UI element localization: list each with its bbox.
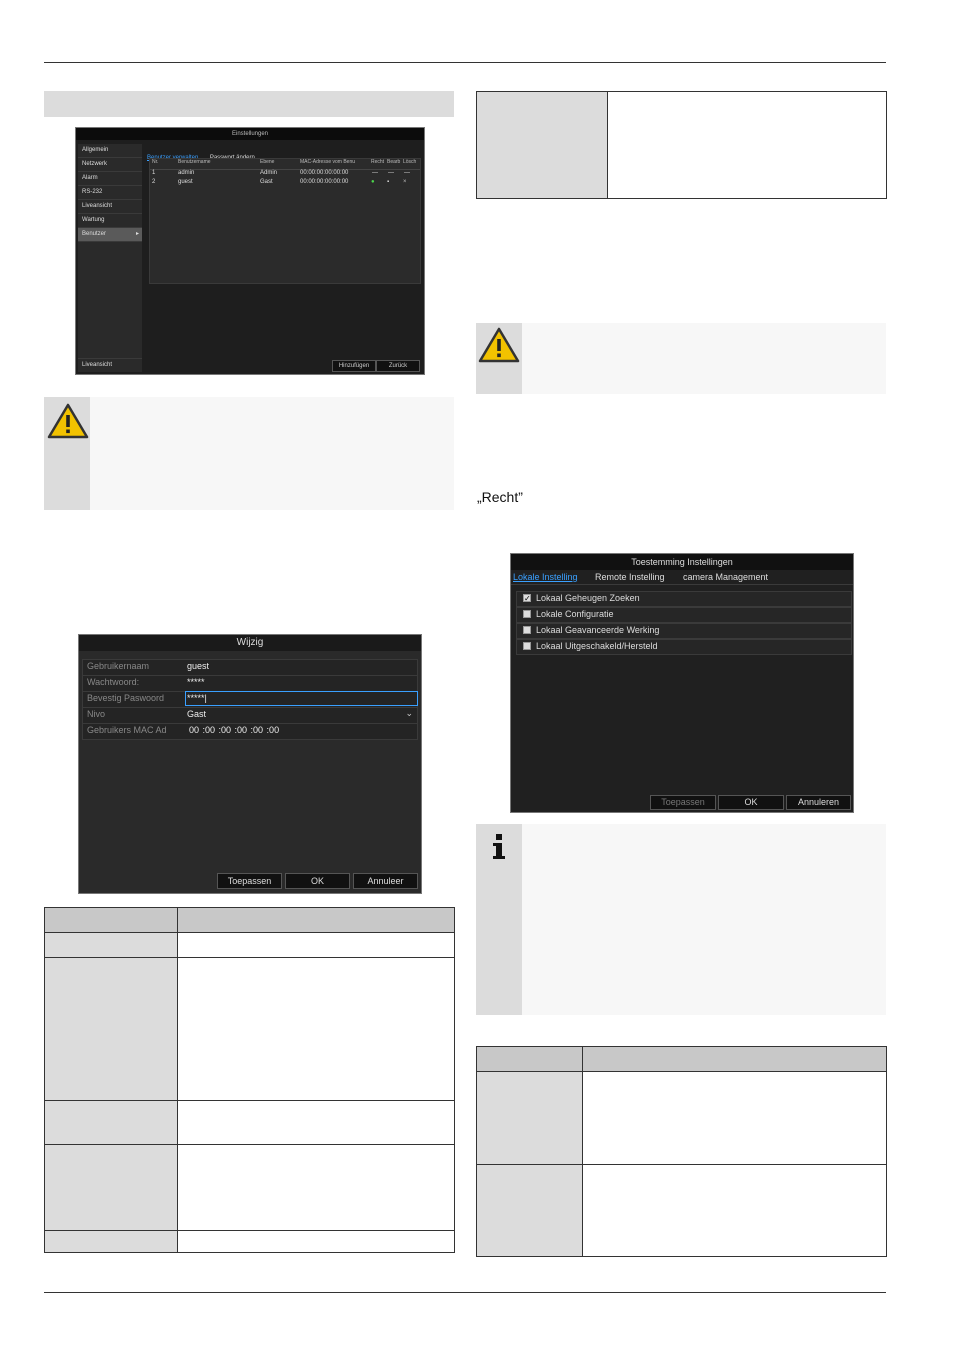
bottom-rule (44, 1292, 886, 1293)
table-row[interactable]: 1 admin Admin 00:00:00:00:00:00 — — — (150, 170, 420, 179)
table-row (44, 1100, 455, 1145)
edit-icon[interactable]: ▪ (387, 179, 389, 185)
tab-remote-settings[interactable]: Remote Instelling (595, 570, 665, 584)
table-row (476, 1071, 887, 1165)
ok-button[interactable]: OK (285, 873, 350, 889)
password-field[interactable]: Wachtwoord: ***** (82, 675, 418, 692)
cancel-button[interactable]: Annuleren (786, 795, 851, 810)
sidebar-liveview[interactable]: Liveansicht (78, 358, 142, 372)
tab-local-settings[interactable]: Lokale Instelling (513, 570, 578, 584)
col-delete: Lösch (403, 159, 417, 165)
table-row (44, 1230, 455, 1253)
col-right: Recht (371, 159, 385, 165)
section-heading-bar (44, 91, 454, 117)
sidebar-item[interactable]: Alarm (78, 172, 142, 186)
col-nr: Nr. (152, 159, 159, 165)
ok-button[interactable]: OK (718, 795, 784, 810)
table-row (44, 957, 455, 1101)
table-header: Nr. Benutzername Ebene MAC-Adresse vom B… (150, 159, 420, 170)
settings-sidebar: Allgemein Netzwerk Alarm RS-232 Liveansi… (78, 144, 142, 372)
username-field[interactable]: Gebruikernaam guest (82, 659, 418, 676)
option-row[interactable]: Lokaal Geavanceerde Werking (516, 623, 852, 639)
right-parameter-table (476, 1046, 887, 1257)
warning-triangle-icon (478, 327, 520, 363)
table-row (476, 91, 887, 199)
sidebar-item[interactable]: Liveansicht (78, 200, 142, 214)
info-note (476, 824, 886, 1015)
col-username: Benutzername (178, 159, 211, 165)
sidebar-item[interactable]: Allgemein (78, 144, 142, 158)
quote-recht: „Recht” (477, 489, 523, 505)
chevron-down-icon: ⌄ (405, 708, 413, 718)
mac-address-field[interactable]: Gebruikers MAC Ad 00 :00 :00 :00 :00 :00 (82, 723, 418, 740)
table-header-row (44, 907, 455, 933)
user-table: Nr. Benutzername Ebene MAC-Adresse vom B… (149, 158, 421, 284)
table-row[interactable]: 2 guest Gast 00:00:00:00:00:00 ● ▪ × (150, 179, 420, 188)
warning-note-right (476, 323, 886, 394)
table-row (44, 1144, 455, 1231)
permission-icon[interactable]: ● (371, 179, 375, 185)
option-row[interactable]: Lokale Configuratie (516, 607, 852, 623)
delete-icon[interactable]: × (403, 179, 407, 185)
table-row (476, 1164, 887, 1257)
sidebar-item-selected[interactable]: Benutzer ▸ (78, 228, 142, 242)
tab-bar: Lokale Instelling Remote Instelling came… (511, 570, 853, 585)
info-icon (493, 834, 505, 859)
focus-ring (185, 691, 418, 706)
screenshot-permission-settings: Toestemming Instellingen Lokale Instelli… (510, 553, 854, 813)
screenshot-user-management: Einstellungen Allgemein Netzwerk Alarm R… (75, 127, 425, 375)
tab-camera-management[interactable]: camera Management (683, 570, 768, 584)
apply-button[interactable]: Toepassen (650, 795, 716, 810)
checkbox-checked[interactable]: ✓ (523, 594, 531, 603)
warning-note (44, 397, 454, 510)
sidebar-item[interactable]: RS-232 (78, 186, 142, 200)
cancel-button[interactable]: Annuleer (353, 873, 418, 889)
chevron-right-icon: ▸ (135, 231, 139, 237)
back-button[interactable]: Zurück (376, 360, 420, 372)
checkbox[interactable] (523, 642, 531, 650)
screenshot-edit-user: Wijzig Gebruikernaam guest Wachtwoord: *… (78, 634, 422, 894)
option-row[interactable]: ✓ Lokaal Geheugen Zoeken (516, 591, 852, 607)
tab-bar: Benutzer verwalten Passwort ändern (147, 146, 419, 161)
add-button[interactable]: Hinzufügen (332, 360, 376, 372)
window-title: Toestemming Instellingen (511, 554, 853, 570)
confirm-password-field[interactable]: Bevestig Paswoord *****| (82, 691, 418, 708)
col-mac: MAC-Adresse vom Benu (300, 159, 356, 165)
right-top-table (476, 91, 887, 199)
table-header-row (476, 1046, 887, 1072)
checkbox[interactable] (523, 626, 531, 634)
checkbox[interactable] (523, 610, 531, 618)
sidebar-item[interactable]: Netzwerk (78, 158, 142, 172)
apply-button[interactable]: Toepassen (217, 873, 282, 889)
level-select[interactable]: Nivo Gast ⌄ (82, 707, 418, 724)
sidebar-item-label: Benutzer (82, 231, 107, 237)
warning-triangle-icon (47, 403, 89, 439)
col-level: Ebene (260, 159, 275, 165)
window-title: Einstellungen (76, 128, 424, 140)
sidebar-item[interactable]: Wartung (78, 214, 142, 228)
col-edit: Bearb (387, 159, 401, 165)
left-parameter-table (44, 907, 455, 1253)
top-rule (44, 62, 886, 63)
window-title: Wijzig (79, 635, 421, 651)
option-row[interactable]: Lokaal Uitgeschakeld/Hersteld (516, 639, 852, 655)
table-row (44, 932, 455, 958)
